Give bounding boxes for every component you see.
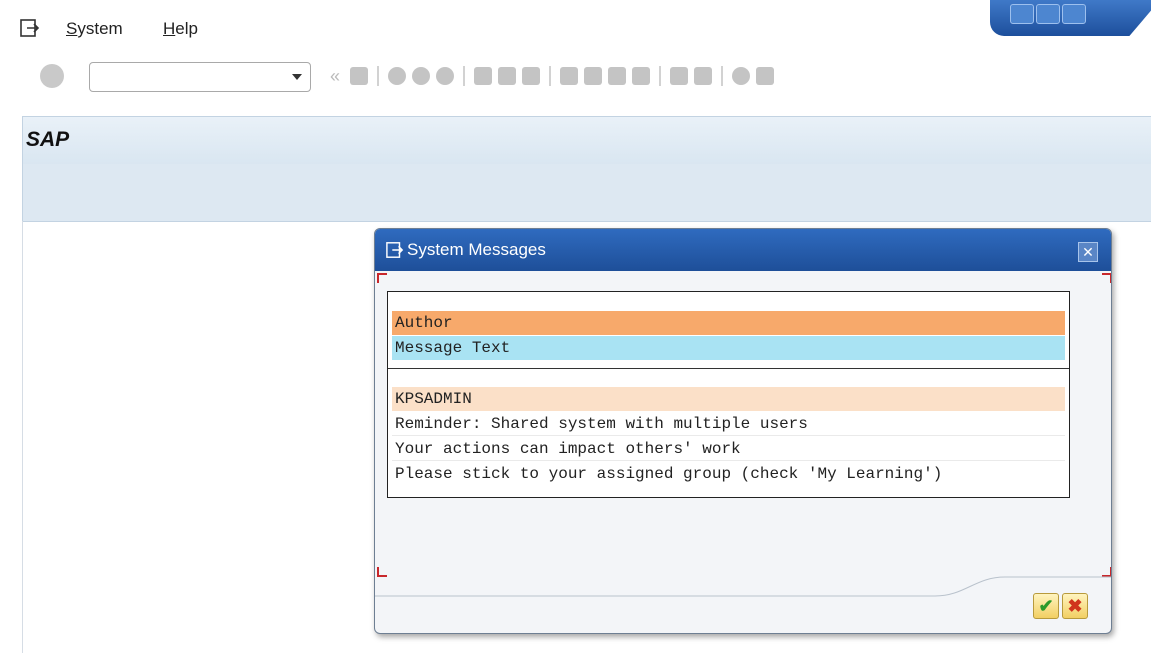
enter-icon[interactable] [40, 64, 64, 88]
exit-icon[interactable] [412, 67, 431, 85]
toolbar-separator [377, 66, 380, 86]
menu-system[interactable]: System [66, 19, 123, 39]
previous-page-icon[interactable] [584, 67, 603, 85]
last-page-icon[interactable] [632, 67, 651, 85]
menu-bar: System Help [0, 0, 1151, 56]
author-header: Author [392, 311, 1065, 335]
toolbar-separator [463, 66, 466, 86]
close-icon[interactable]: ✕ [1078, 242, 1098, 262]
application-toolbar [22, 164, 1151, 222]
first-page-icon[interactable] [560, 67, 579, 85]
toolbar-separator [721, 66, 724, 86]
message-line: Reminder: Shared system with multiple us… [392, 412, 1065, 436]
dialog-title-bar[interactable]: System Messages ✕ [375, 229, 1111, 271]
content-border [22, 221, 23, 653]
divider [388, 368, 1069, 369]
create-session-icon[interactable] [670, 67, 689, 85]
window-controls [990, 0, 1151, 36]
command-field[interactable] [89, 62, 311, 92]
save-icon[interactable] [350, 67, 369, 85]
system-messages-dialog: System Messages ✕ Author Message Text KP… [374, 228, 1112, 634]
frame-corner [377, 273, 387, 283]
close-window-icon[interactable] [1062, 4, 1086, 24]
find-icon[interactable] [498, 67, 517, 85]
footer-divider [375, 576, 1111, 597]
continue-button[interactable]: ✔ [1033, 593, 1059, 619]
back-icon[interactable]: « [330, 66, 340, 87]
minimize-icon[interactable] [1010, 4, 1034, 24]
menu-exit-icon[interactable] [20, 18, 40, 38]
cancel-icon[interactable] [436, 67, 455, 85]
menu-help[interactable]: Help [163, 19, 198, 39]
maximize-icon[interactable] [1036, 4, 1060, 24]
message-line: Please stick to your assigned group (che… [395, 465, 943, 483]
next-page-icon[interactable] [608, 67, 627, 85]
dialog-title: System Messages [407, 240, 546, 259]
chevron-down-icon[interactable] [292, 74, 302, 80]
cancel-button[interactable]: ✖ [1062, 593, 1088, 619]
message-author: KPSADMIN [392, 387, 1065, 411]
message-list: Author Message Text KPSADMIN Reminder: S… [387, 291, 1070, 498]
toolbar-icons: « [330, 63, 775, 89]
layout-icon[interactable] [756, 67, 775, 85]
page-title: SAP [26, 128, 70, 151]
print-icon[interactable] [474, 67, 493, 85]
find-next-icon[interactable] [522, 67, 541, 85]
toolbar-separator [659, 66, 662, 86]
shortcut-icon[interactable] [694, 67, 713, 85]
back-nav-icon[interactable] [388, 67, 407, 85]
dialog-menu-icon[interactable] [386, 241, 404, 259]
toolbar-separator [549, 66, 552, 86]
message-text-header: Message Text [392, 336, 1065, 360]
message-line: Your actions can impact others' work [392, 437, 1065, 461]
help-icon[interactable] [732, 67, 751, 85]
frame-corner [1102, 273, 1111, 283]
title-bar [22, 116, 1151, 165]
